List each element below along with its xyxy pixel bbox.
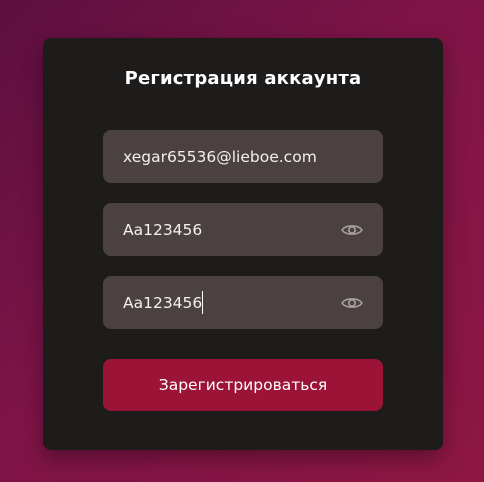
confirm-password-field-container [103, 276, 383, 329]
registration-card: Регистрация аккаунта Зарегистрироваться [43, 38, 443, 450]
register-button[interactable]: Зарегистрироваться [103, 359, 383, 411]
eye-icon[interactable] [341, 296, 363, 310]
form-title: Регистрация аккаунта [124, 68, 362, 89]
password-field-container [103, 203, 383, 256]
email-field-container [103, 130, 383, 183]
text-caret [202, 291, 203, 314]
email-field[interactable] [103, 130, 383, 183]
eye-icon[interactable] [341, 223, 363, 237]
